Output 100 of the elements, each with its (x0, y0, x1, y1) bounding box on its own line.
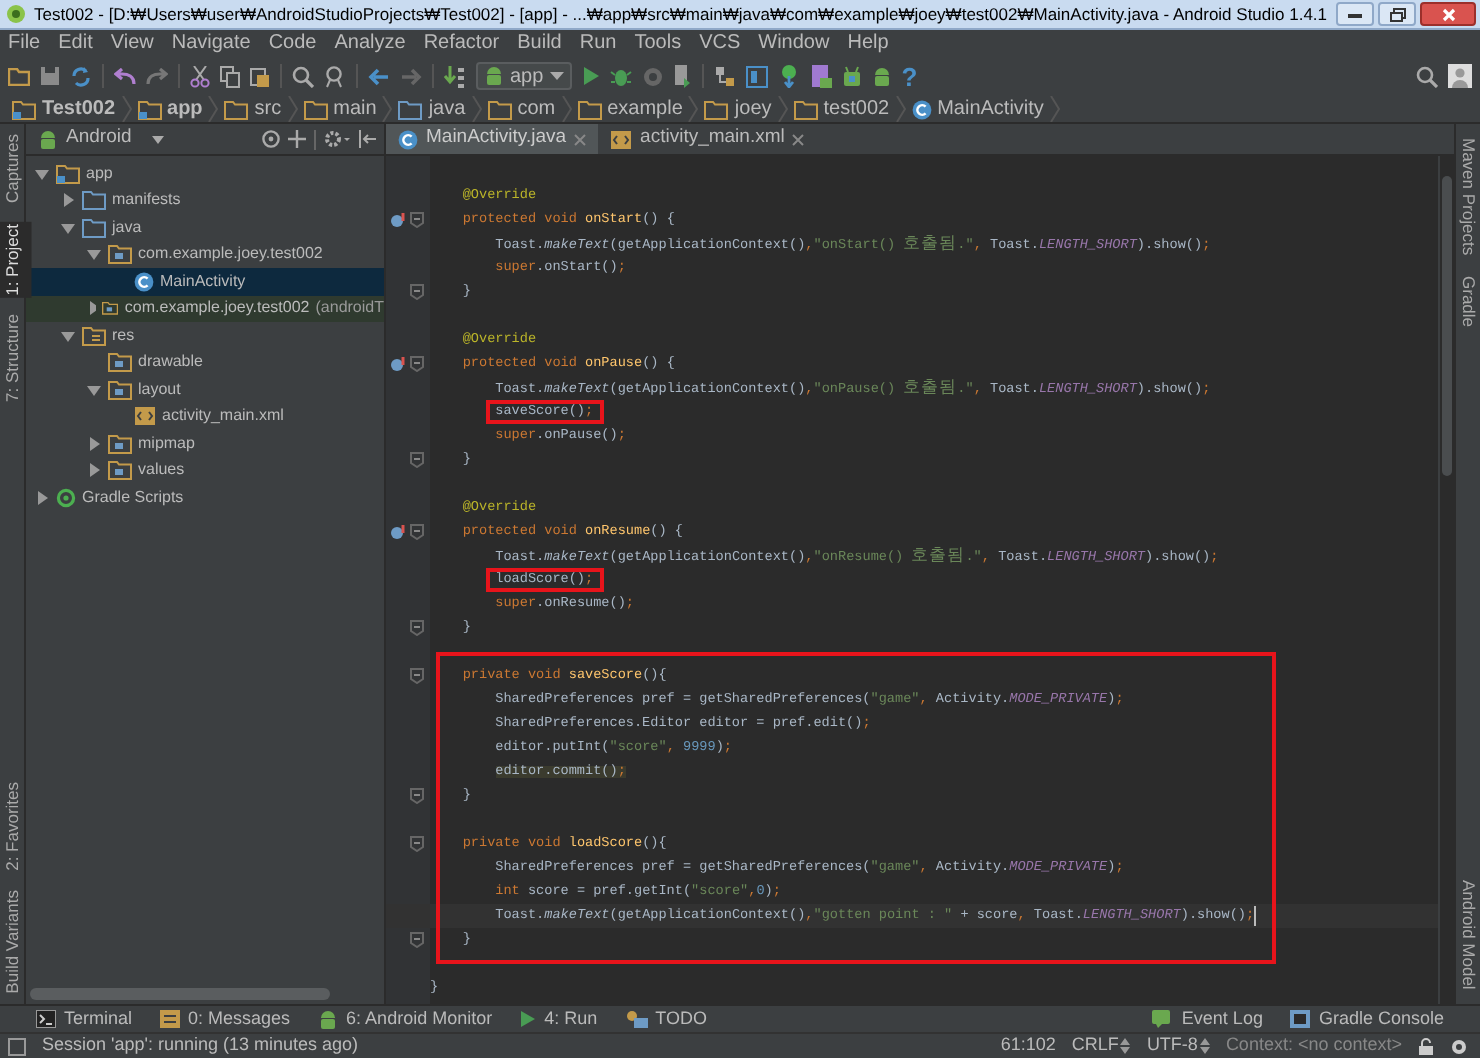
tool-window-button[interactable]: 4: Run (520, 1005, 598, 1033)
close-icon[interactable] (792, 133, 805, 145)
vertical-scrollbar[interactable] (1442, 176, 1452, 476)
tree-item[interactable]: com.example.joey.test002 (26, 241, 384, 268)
collapsed-arrow-icon[interactable] (60, 192, 76, 209)
menu-item[interactable]: Help (847, 28, 889, 58)
fold-marker-icon[interactable] (410, 212, 424, 228)
close-icon[interactable] (574, 133, 587, 145)
sync-icon[interactable] (70, 65, 92, 87)
tool-window-tab[interactable]: 1: Project (0, 221, 31, 297)
menu-item[interactable]: Code (268, 28, 317, 58)
expanded-arrow-icon[interactable] (86, 381, 102, 398)
breadcrumb-item[interactable]: java (392, 94, 472, 124)
tree-item[interactable]: layout (26, 376, 384, 403)
override-marker-icon[interactable] (390, 356, 408, 372)
search-icon[interactable] (1416, 65, 1438, 87)
collapsed-arrow-icon[interactable] (86, 435, 102, 452)
encoding-selector[interactable]: UTF-8 (1146, 1032, 1210, 1058)
tree-item[interactable]: mipmap (26, 430, 384, 457)
sdk-manager-icon[interactable] (841, 65, 862, 87)
fold-marker-icon[interactable] (410, 356, 424, 372)
fold-marker-icon[interactable] (410, 932, 424, 948)
breadcrumb-item[interactable]: test002 (787, 94, 896, 124)
breadcrumb-item[interactable]: joey (698, 94, 778, 124)
breadcrumb-item[interactable]: app (131, 94, 209, 124)
android-icon[interactable] (871, 65, 892, 87)
tool-window-tab[interactable]: Android Model (1449, 878, 1480, 992)
gradle-sync-icon[interactable] (777, 64, 800, 88)
fold-marker-icon[interactable] (410, 836, 424, 852)
open-folder-icon[interactable] (8, 67, 30, 85)
menu-item[interactable]: Refactor (423, 28, 500, 58)
tool-window-tab[interactable]: Maven Projects (1449, 136, 1480, 258)
breadcrumb-item[interactable]: MainActivity (905, 94, 1050, 124)
menu-item[interactable]: Build (517, 28, 562, 58)
menu-item[interactable]: Analyze (334, 28, 406, 58)
tool-window-button[interactable]: Terminal (36, 1005, 133, 1033)
menu-item[interactable]: Edit (58, 28, 93, 58)
tool-windows-toggle-icon[interactable] (8, 1037, 26, 1055)
tool-window-button[interactable]: 0: Messages (160, 1005, 291, 1033)
breadcrumb-item[interactable]: example (571, 94, 689, 124)
expanded-arrow-icon[interactable] (86, 246, 102, 263)
tool-window-tab[interactable]: 7: Structure (0, 312, 31, 405)
search-icon[interactable] (292, 65, 314, 87)
menu-item[interactable]: File (8, 28, 41, 58)
expanded-arrow-icon[interactable] (60, 219, 76, 236)
avd-manager-icon[interactable] (809, 64, 832, 88)
run-configuration-dropdown[interactable]: app (476, 62, 572, 90)
tool-window-button[interactable]: TODO (625, 1005, 707, 1033)
tool-window-button[interactable]: Event Log (1151, 1005, 1263, 1033)
redo-icon[interactable] (146, 67, 168, 85)
horizontal-scrollbar[interactable] (30, 988, 330, 1000)
expanded-arrow-icon[interactable] (34, 165, 50, 182)
tree-item[interactable]: values (26, 457, 384, 484)
close-button[interactable] (1420, 2, 1476, 26)
back-icon[interactable] (368, 67, 390, 85)
run-icon[interactable] (581, 66, 600, 86)
cut-icon[interactable] (190, 65, 210, 87)
hide-panel-icon[interactable] (358, 130, 376, 148)
collapsed-arrow-icon[interactable] (86, 300, 97, 317)
collapse-all-icon[interactable] (288, 130, 306, 148)
menu-item[interactable]: Window (758, 28, 830, 58)
lock-icon[interactable] (1418, 1037, 1434, 1055)
inspector-icon[interactable] (1450, 1037, 1468, 1055)
scroll-from-source-icon[interactable] (262, 130, 280, 148)
fold-marker-icon[interactable] (410, 788, 424, 804)
tree-item[interactable]: res (26, 322, 384, 349)
undo-icon[interactable] (114, 67, 136, 85)
editor-tab[interactable]: MainActivity.java (386, 124, 599, 154)
device-icon[interactable] (673, 64, 692, 88)
project-view-dropdown[interactable]: Android (66, 124, 216, 154)
breadcrumb-item[interactable]: src (218, 94, 288, 124)
collapsed-arrow-icon[interactable] (86, 462, 102, 479)
caret-position[interactable]: 61:102 (1000, 1032, 1056, 1058)
tree-item[interactable]: MainActivity (26, 268, 384, 295)
override-marker-icon[interactable] (390, 524, 408, 540)
tree-item[interactable]: activity_main.xml (26, 403, 384, 430)
fold-marker-icon[interactable] (410, 452, 424, 468)
collapsed-arrow-icon[interactable] (34, 489, 50, 506)
tree-item[interactable]: drawable (26, 349, 384, 376)
tool-window-tab[interactable]: Build Variants (0, 888, 31, 996)
tree-item[interactable]: com.example.joey.test002 (androidT (26, 295, 384, 322)
breadcrumb-item[interactable]: main (297, 94, 383, 124)
paste-icon[interactable] (250, 65, 270, 87)
build-icon[interactable] (444, 65, 466, 87)
tool-window-tab[interactable]: Gradle (1449, 273, 1480, 329)
line-separator-selector[interactable]: CRLF (1071, 1032, 1131, 1058)
expanded-arrow-icon[interactable] (60, 327, 76, 344)
tool-window-tab[interactable]: Captures (0, 132, 31, 205)
settings-icon[interactable] (324, 130, 350, 148)
breadcrumb-item[interactable]: com (481, 94, 562, 124)
maximize-button[interactable] (1378, 2, 1416, 26)
layout-icon[interactable] (745, 65, 768, 87)
fold-marker-icon[interactable] (410, 620, 424, 636)
copy-icon[interactable] (220, 65, 240, 87)
menu-item[interactable]: Run (579, 28, 617, 58)
menu-item[interactable]: VCS (699, 28, 741, 58)
fold-marker-icon[interactable] (410, 524, 424, 540)
project-structure-icon[interactable] (713, 65, 736, 87)
user-avatar-icon[interactable] (1448, 64, 1472, 88)
fold-marker-icon[interactable] (410, 284, 424, 300)
